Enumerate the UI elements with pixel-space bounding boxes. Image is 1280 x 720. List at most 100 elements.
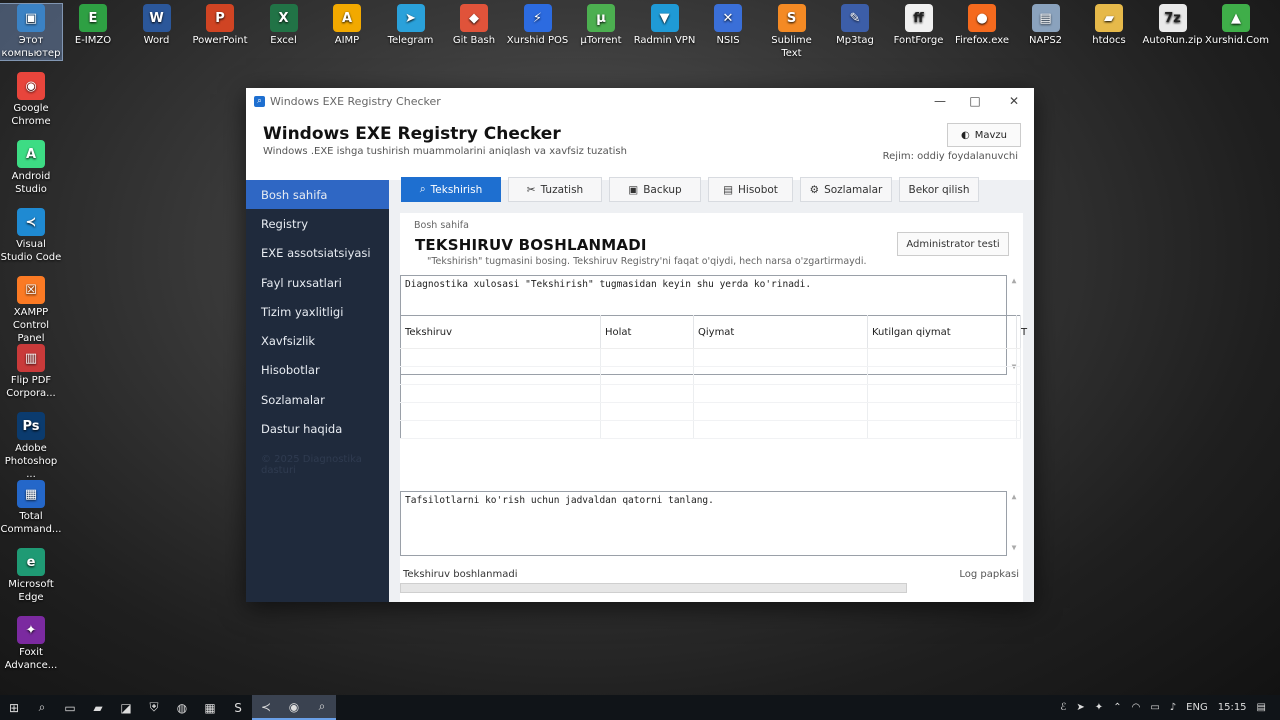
calculator-icon[interactable]: ▦ [196,695,224,720]
fix-button[interactable]: ✂ Tuzatish [508,177,602,202]
chevron-down-icon[interactable]: ▼ [1007,543,1021,555]
desktop-icon[interactable]: ⚡ Xurshid POS [507,4,569,47]
desktop-icon[interactable]: ◆ Git Bash [443,4,505,47]
desktop-icon[interactable]: 7z AutoRun.zip [1142,4,1204,47]
desktop-icon[interactable]: X Excel [253,4,315,47]
desktop-icon[interactable]: ☒ XAMPP Control Panel [0,276,62,345]
search-icon[interactable]: ⌕ [28,695,56,720]
minimize-button[interactable]: — [920,90,960,112]
table-cell [400,366,601,385]
table-row[interactable] [400,384,1021,403]
chevron-up-icon[interactable]: ▲ [1007,276,1021,288]
sidebar-item[interactable]: Sozlamalar [246,385,389,414]
tray-app-icon[interactable]: ℰ [1060,702,1066,713]
desktop-icon[interactable]: ff FontForge [888,4,950,47]
table-row[interactable] [400,348,1021,367]
sidebar-item[interactable]: Registry [246,209,389,238]
settings-button[interactable]: ⚙ Sozlamalar [800,177,892,202]
sidebar-item[interactable]: Tizim yaxlitligi [246,297,389,326]
desktop-icon-label: Adobe Photoshop ... [4,443,58,480]
desktop-icon[interactable]: ▣ Этот компьютер [0,3,63,61]
window-titlebar[interactable]: ⌕ Windows EXE Registry Checker — □ ✕ [246,88,1034,114]
sidebar-item[interactable]: EXE assotsiatsiyasi [246,239,389,268]
sidebar: Bosh sahifa Registry EXE assotsiatsiyasi Fa… [246,180,389,602]
column-header[interactable]: Qiymat [693,315,868,349]
shield-icon[interactable]: ⛨ [140,695,168,720]
desktop-icon[interactable]: ▤ NAPS2 [1015,4,1077,47]
telegram-icon[interactable]: ➤ [1076,702,1084,713]
app-icon: S [777,4,806,32]
desktop-icon[interactable]: Ps Adobe Photoshop ... [0,412,62,481]
details-scrollbar[interactable]: ▲ ▼ [1007,492,1021,555]
theme-button[interactable]: ◐ Mavzu [947,123,1021,147]
desktop-icon[interactable]: ▼ Radmin VPN [634,4,696,47]
explorer-icon[interactable]: ▰ [84,695,112,720]
desktop-icon[interactable]: E E-IMZO [62,4,124,47]
task-view-icon[interactable]: ▭ [56,695,84,720]
desktop-icon[interactable]: e Microsoft Edge [0,548,62,604]
desktop-icon[interactable]: ▲ Xurshid.Com [1205,4,1269,47]
desktop-icon[interactable]: ✦ Foxit Advance... [0,616,62,672]
report-button[interactable]: ▤ Hisobot [708,177,793,202]
desktop-icon[interactable]: W Word [126,4,188,47]
check-button[interactable]: ⌕ Tekshirish [401,177,501,202]
table-row[interactable] [400,402,1021,421]
desktop-icon[interactable]: ✕ NSIS [697,4,759,47]
progress-bar [400,583,907,593]
log-folder-link[interactable]: Log papkasi [959,569,1019,580]
desktop-icon[interactable]: ▥ Flip PDF Corpora... [0,344,62,400]
close-button[interactable]: ✕ [994,90,1034,112]
settings-button-label: Sozlamalar [824,183,883,196]
notifications-icon[interactable]: ▤ [1257,702,1266,713]
sidebar-item[interactable]: Fayl ruxsatlari [246,268,389,297]
desktop-icon[interactable]: µ µTorrent [570,4,632,47]
results-table[interactable]: Tekshiruv Holat Qiymat Kutilgan qiymat T [400,315,1027,439]
backup-button[interactable]: ▣ Backup [609,177,701,202]
desktop-icon[interactable]: A Android Studio [0,140,62,196]
sidebar-item[interactable]: Hisobotlar [246,356,389,385]
battery-icon[interactable]: ▭ [1150,702,1159,713]
table-row[interactable] [400,420,1021,439]
table-cell [1016,366,1021,385]
desktop-icon[interactable]: ▦ Total Command... [0,480,62,536]
volume-icon[interactable]: ♪ [1170,702,1176,713]
app-icon[interactable]: ◍ [168,695,196,720]
cancel-button[interactable]: Bekor qilish [899,177,979,202]
language-indicator[interactable]: ENG [1186,702,1208,713]
wifi-icon[interactable]: ◠ [1132,702,1141,713]
check-button-label: Tekshirish [430,183,483,196]
chevron-up-icon[interactable]: ▲ [1007,492,1021,504]
desktop-icon[interactable]: S Sublime Text [761,4,823,60]
clock[interactable]: 15:15 [1218,702,1247,713]
start-button[interactable]: ⊞ [0,695,28,720]
desktop-icon[interactable]: ▰ htdocs [1078,4,1140,47]
details-textbox[interactable]: Tafsilotlarni ko'rish uchun jadvaldan qa… [400,491,1021,556]
column-header[interactable]: Kutilgan qiymat [867,315,1017,349]
table-row[interactable] [400,366,1021,385]
desktop-icon[interactable]: ✎ Mp3tag [824,4,886,47]
desktop-icon[interactable]: ➤ Telegram [380,4,442,47]
desktop-icon-label: Mp3tag [836,35,874,46]
sublime-icon[interactable]: S [224,695,252,720]
sidebar-item[interactable]: Bosh sahifa [246,180,389,210]
desktop-icon[interactable]: ≺ Visual Studio Code [0,208,62,264]
registry-checker-icon[interactable]: ⌕ [308,695,336,720]
desktop-icon[interactable]: A AIMP [316,4,378,47]
chrome-icon[interactable]: ◉ [280,695,308,720]
sidebar-item[interactable]: Dastur haqida [246,414,389,443]
column-header[interactable]: Tekshiruv [400,315,601,349]
desktop-icon[interactable]: ● Firefox.exe [951,4,1013,47]
main-content: ⌕ Tekshirish ✂ Tuzatish ▣ Backup ▤ Hisob… [389,177,1034,602]
desktop-icon[interactable]: ◉ Google Chrome [0,72,62,128]
app-icon: ✕ [714,4,742,32]
admin-test-button[interactable]: Administrator testi [897,232,1009,256]
desktop-icon[interactable]: P PowerPoint [189,4,251,47]
chevron-up-icon[interactable]: ⌃ [1113,702,1121,713]
maximize-button[interactable]: □ [955,90,995,112]
store-icon[interactable]: ◪ [112,695,140,720]
bluetooth-icon[interactable]: ✦ [1095,702,1103,713]
sidebar-item[interactable]: Xavfsizlik [246,326,389,355]
column-header[interactable]: Holat [600,315,694,349]
vscode-icon[interactable]: ≺ [252,695,280,720]
column-header[interactable]: T [1016,315,1027,349]
